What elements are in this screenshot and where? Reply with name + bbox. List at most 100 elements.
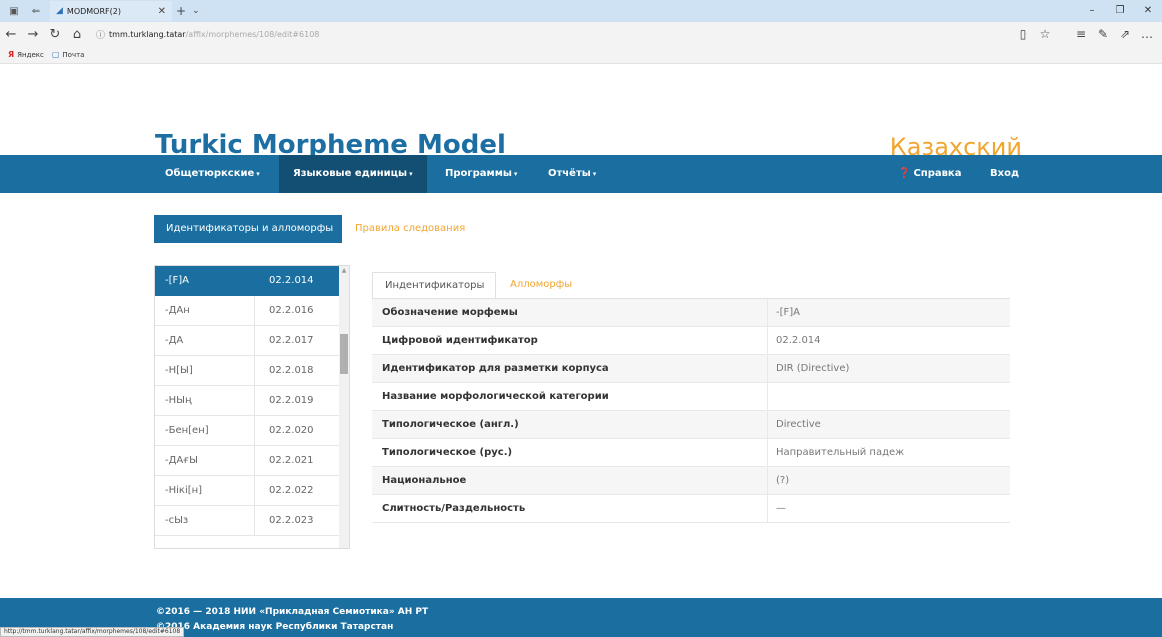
scroll-thumb[interactable] (340, 334, 348, 374)
table-row: Идентификатор для разметки корпуса DIR (… (372, 355, 1010, 383)
yandex-icon: Я (8, 50, 15, 59)
morpheme-cell: -Н[Ы] (155, 356, 255, 385)
morpheme-id-cell: 02.2.020 (269, 425, 314, 436)
favorites-hub-icon[interactable]: ≡ (1070, 27, 1092, 41)
property-label: Идентификатор для разметки корпуса (372, 355, 768, 382)
browser-tab[interactable]: ◢ MODMORF(2) ✕ (50, 1, 172, 21)
nav-item-language-units[interactable]: Языковые единицы ▾ (279, 155, 427, 193)
bookmark-label: Почта (62, 50, 85, 59)
status-bar-url: http://tmm.turklang.tatar/affix/morpheme… (0, 627, 185, 637)
morpheme-cell: -[F]A (155, 266, 255, 295)
tab-allomorphs[interactable]: Алломорфы (510, 272, 572, 298)
back-arrow-icon[interactable]: ← (0, 27, 22, 42)
tab-identifiers[interactable]: Индентификаторы (372, 272, 496, 298)
property-label: Национальное (372, 467, 768, 494)
bookmarks-bar: Я Яндекс ▢ Почта (0, 46, 1162, 64)
morpheme-cell: -Нікі[н] (155, 476, 255, 505)
nav-item-programs[interactable]: Программы ▾ (445, 155, 517, 193)
property-label: Название морфологической категории (372, 383, 768, 410)
more-icon[interactable]: … (1136, 27, 1158, 41)
main-navbar: Общетюркские ▾ Языковые единицы ▾ Программ… (0, 155, 1162, 193)
property-value: — (776, 503, 786, 514)
morpheme-cell: -ДА (155, 326, 255, 355)
reload-icon[interactable]: ↻ (44, 27, 66, 42)
tab-title: MODMORF(2) (66, 6, 121, 16)
table-row: Цифровой идентификатор 02.2.014 (372, 327, 1010, 355)
property-label: Слитность/Раздельность (372, 495, 768, 522)
property-value: -[F]A (776, 307, 801, 318)
tab-close-icon[interactable]: ✕ (158, 6, 166, 17)
tab-succession-rules[interactable]: Правила следования (355, 215, 465, 243)
tab-identifiers-allomorphs[interactable]: Идентификаторы и алломорфы (154, 215, 342, 243)
question-circle-icon: ❓ (898, 168, 911, 179)
property-value (768, 383, 1010, 410)
scroll-up-icon[interactable]: ▲ (339, 266, 349, 276)
table-row: Название морфологической категории (372, 383, 1010, 411)
close-window-icon[interactable]: ✕ (1134, 0, 1162, 22)
tab-list-chevron-icon[interactable]: ⌄ (192, 6, 200, 16)
tab-actions-icon[interactable]: ▣ (6, 4, 22, 18)
list-item[interactable]: -Нікі[н] 02.2.022 (155, 476, 341, 506)
browser-tab-bar: ▣ ⇐ ◢ MODMORF(2) ✕ + ⌄ – ❐ ✕ (0, 0, 1162, 22)
nav-item-help[interactable]: ❓ Справка (898, 155, 961, 193)
minimize-icon[interactable]: – (1078, 0, 1106, 22)
nav-item-common-turkic[interactable]: Общетюркские ▾ (165, 155, 260, 193)
property-value: DIR (Directive) (776, 363, 850, 374)
nav-item-login[interactable]: Вход (990, 155, 1019, 193)
morpheme-cell: -сЫз (155, 506, 255, 535)
list-item[interactable]: -сЫз 02.2.023 (155, 506, 341, 536)
reading-view-icon[interactable]: ▯ (1012, 27, 1034, 41)
morpheme-cell: -НЫң (155, 386, 255, 415)
morpheme-id-cell: 02.2.017 (269, 335, 314, 346)
favorite-star-icon[interactable]: ☆ (1034, 27, 1056, 41)
list-item[interactable]: -Бен[ен] 02.2.020 (155, 416, 341, 446)
property-label: Типологическое (англ.) (372, 411, 768, 438)
property-value: Направительный падеж (776, 447, 905, 458)
caret-down-icon: ▾ (409, 170, 413, 178)
morpheme-properties-table: Обозначение морфемы -[F]A Цифровой идент… (372, 298, 1010, 523)
bookmark-mail[interactable]: ▢ Почта (52, 50, 85, 59)
morpheme-id-cell: 02.2.018 (269, 365, 314, 376)
nav-item-reports[interactable]: Отчёты ▾ (548, 155, 596, 193)
table-row: Типологическое (рус.) Направительный пад… (372, 439, 1010, 467)
list-scrollbar[interactable]: ▲ (339, 266, 349, 548)
pen-note-icon[interactable]: ✎ (1092, 27, 1114, 41)
new-tab-icon[interactable]: + (176, 4, 186, 18)
site-info-icon[interactable]: ⓘ (96, 28, 105, 41)
property-label: Цифровой идентификатор (372, 327, 768, 354)
footer-copyright-institute: ©2016 — 2018 НИИ «Прикладная Семиотика» … (156, 607, 429, 617)
home-icon[interactable]: ⌂ (66, 27, 88, 42)
list-item[interactable]: -ДА 02.2.017 (155, 326, 341, 356)
morpheme-id-cell: 02.2.021 (269, 455, 314, 466)
table-row: Обозначение морфемы -[F]A (372, 299, 1010, 327)
tab-back-icon[interactable]: ⇐ (28, 4, 44, 18)
morpheme-id-cell: 02.2.023 (269, 515, 314, 526)
url-host: tmm.turklang.tatar (109, 29, 186, 39)
table-row: Типологическое (англ.) Directive (372, 411, 1010, 439)
bookmark-yandex[interactable]: Я Яндекс (8, 50, 44, 59)
list-item[interactable]: -ДАн 02.2.016 (155, 296, 341, 326)
list-item[interactable]: -ДАғЫ 02.2.021 (155, 446, 341, 476)
morpheme-id-cell: 02.2.019 (269, 395, 314, 406)
url-path: /affix/morphemes/108/edit#6108 (185, 29, 320, 39)
address-bar: ← → ↻ ⌂ ⓘ tmm.turklang.tatar /affix/morp… (0, 22, 1162, 46)
maximize-icon[interactable]: ❐ (1106, 0, 1134, 22)
morpheme-cell: -ДАн (155, 296, 255, 325)
tab-favicon-icon: ◢ (56, 6, 63, 16)
list-item[interactable]: -НЫң 02.2.019 (155, 386, 341, 416)
morpheme-id-cell: 02.2.022 (269, 485, 314, 496)
caret-down-icon: ▾ (256, 170, 260, 178)
share-icon[interactable]: ⇗ (1114, 27, 1136, 41)
table-row: Национальное (?) (372, 467, 1010, 495)
url-field[interactable]: ⓘ tmm.turklang.tatar /affix/morphemes/10… (96, 25, 1012, 43)
morpheme-list: -[F]A 02.2.014 -ДАн 02.2.016 -ДА 02.2.01… (154, 265, 350, 549)
property-value: 02.2.014 (776, 335, 821, 346)
property-label: Обозначение морфемы (372, 299, 768, 326)
address-bar-actions: ▯ ☆ ≡ ✎ ⇗ … (1012, 27, 1158, 41)
footer-copyright-academy: ©2016 Академия наук Республики Татарстан (156, 622, 394, 632)
caret-down-icon: ▾ (592, 170, 597, 178)
caret-down-icon: ▾ (513, 170, 518, 178)
list-item[interactable]: -[F]A 02.2.014 (155, 266, 341, 296)
forward-arrow-icon[interactable]: → (22, 27, 44, 42)
list-item[interactable]: -Н[Ы] 02.2.018 (155, 356, 341, 386)
